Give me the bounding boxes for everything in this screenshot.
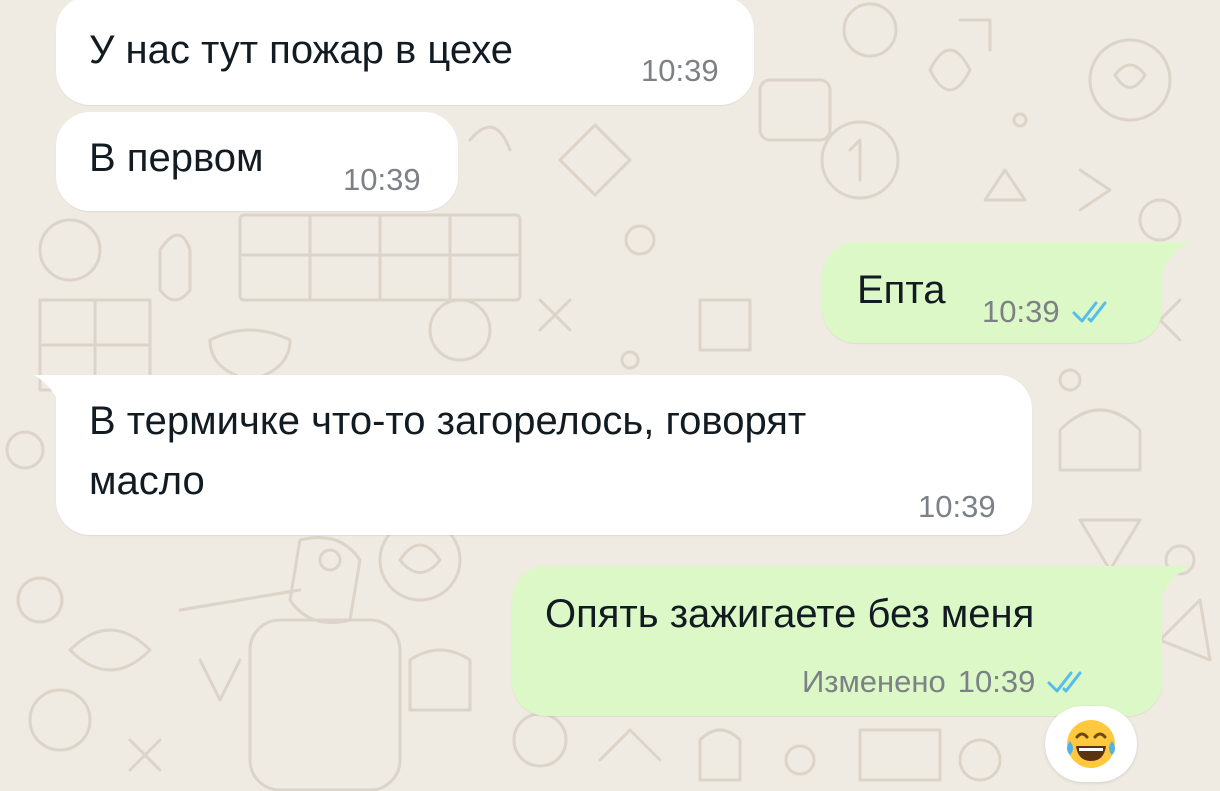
message-text: Опять зажигаете без меня (545, 592, 1035, 636)
message-text-line: масло (89, 459, 205, 503)
message-meta: 10:39 (982, 294, 1114, 330)
message-bubble-outgoing[interactable]: Опять зажигаете без меня Изменено 10:39 (512, 566, 1162, 716)
edited-label: Изменено (802, 664, 946, 699)
message-time: 10:39 (641, 53, 719, 88)
message-bubble-incoming[interactable]: В термичке что-то загорелось, говорят ма… (56, 375, 1032, 535)
message-text: В первом (89, 136, 264, 180)
message-time: 10:39 (982, 294, 1060, 329)
message-text: У нас тут пожар в цехе (89, 28, 513, 72)
message-text-line: В термичке что-то загорелось, говорят (89, 399, 807, 443)
message-bubble-incoming[interactable]: У нас тут пожар в цехе 10:39 (56, 0, 754, 105)
chat-background: У нас тут пожар в цехе 10:39 В первом 10… (0, 0, 1220, 791)
message-timestamp: 10:39 (343, 162, 421, 198)
message-bubble-outgoing[interactable]: Епта 10:39 (822, 242, 1162, 343)
double-check-icon (1072, 301, 1107, 323)
message-bubble-incoming[interactable]: В первом 10:39 (56, 112, 458, 211)
tears-of-joy-emoji-icon (1067, 720, 1115, 768)
message-time: 10:39 (343, 162, 421, 197)
double-check-icon (1047, 671, 1082, 693)
message-time: 10:39 (918, 489, 996, 524)
message-meta: Изменено 10:39 (802, 664, 1089, 700)
message-timestamp: 10:39 (641, 53, 719, 89)
message-reaction[interactable] (1045, 706, 1137, 782)
message-timestamp: 10:39 (918, 489, 996, 525)
message-text: Епта (857, 268, 946, 312)
message-time: 10:39 (957, 664, 1036, 699)
